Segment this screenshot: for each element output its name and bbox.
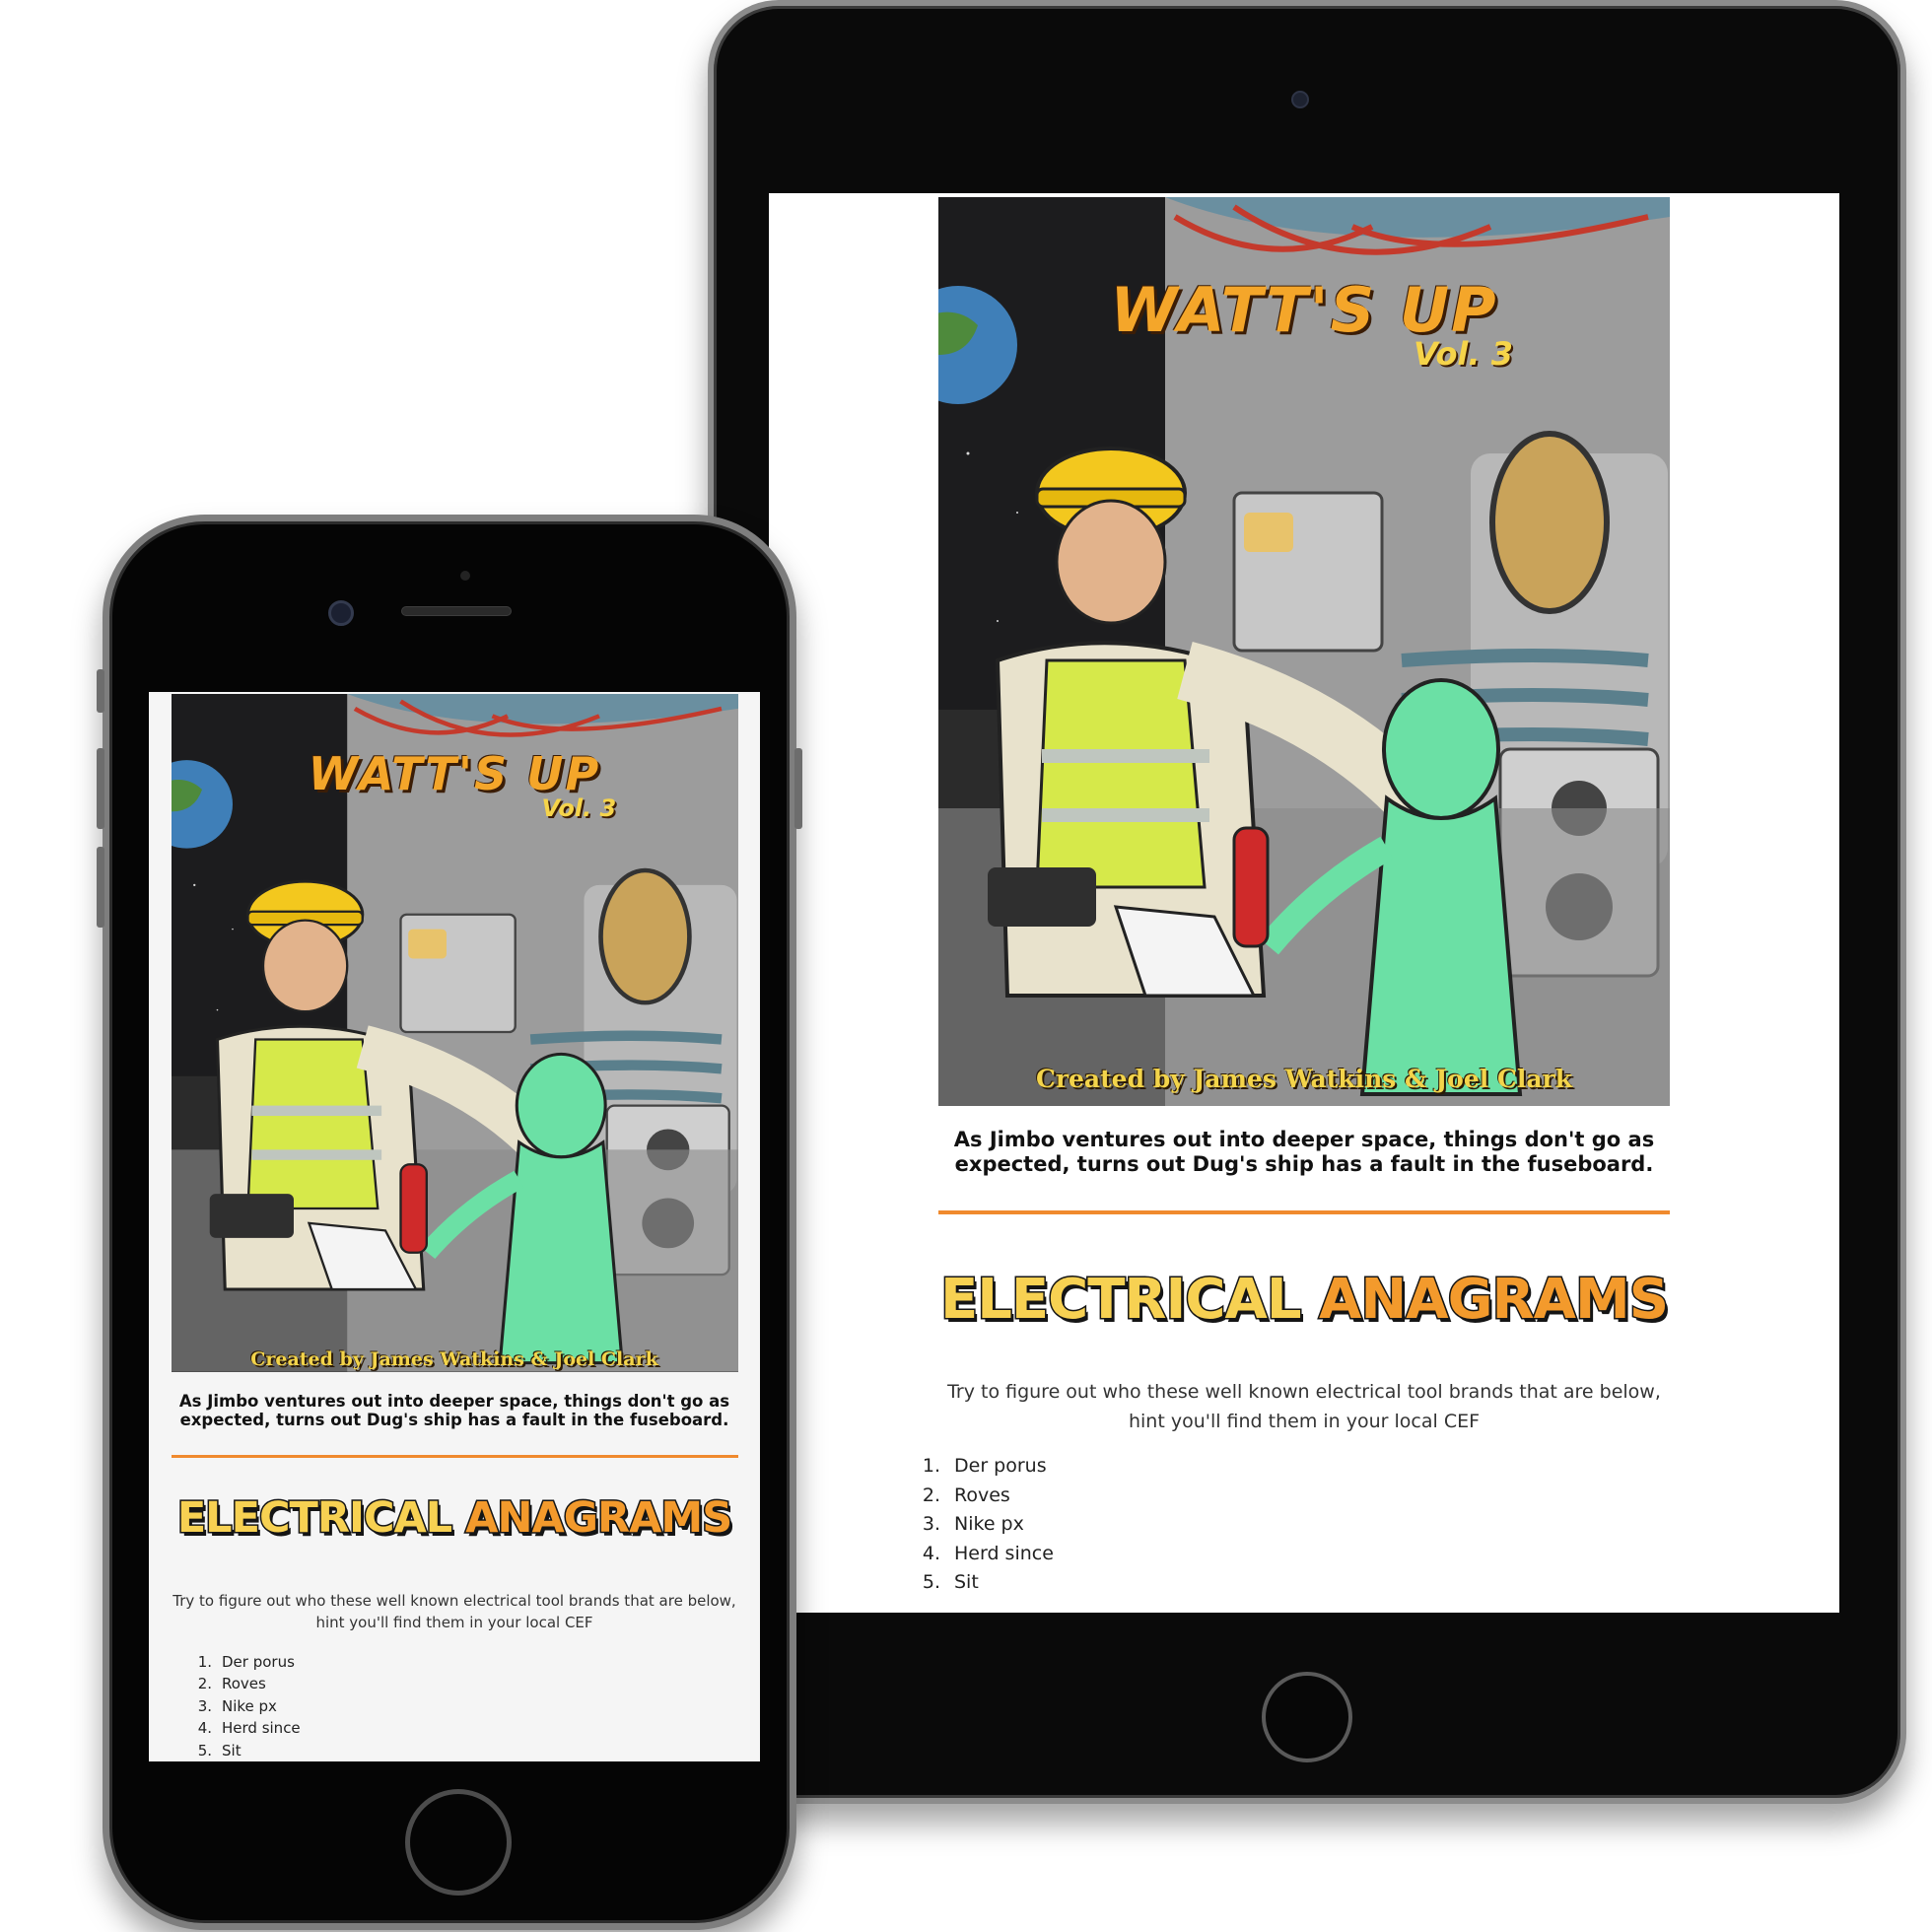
list-item: 5. Sit (197, 1741, 242, 1760)
cover-volume: Vol. 3 (1414, 335, 1513, 373)
section-divider (938, 1210, 1670, 1214)
tablet-screen[interactable]: WATT'S UP Vol. 3 Created by James Watkin… (769, 193, 1839, 1613)
anagram-list: 1. Der porus 2. Roves 3. Nike px 4. Herd sin… (194, 1651, 301, 1762)
cover-volume: Vol. 3 (541, 794, 617, 822)
home-button[interactable] (405, 1789, 512, 1896)
cover-title: WATT'S UP (308, 747, 601, 800)
section-intro: Try to figure out who these well known e… (947, 1381, 1661, 1432)
volume-up-button[interactable] (97, 748, 104, 829)
cover-title: WATT'S UP (1110, 274, 1498, 346)
cover-credit: Created by James Watkins & Joel Clark (1035, 1065, 1573, 1093)
section-intro: Try to figure out who these well known e… (172, 1591, 736, 1631)
newsletter-page: WATT'S UP Vol. 3 Created by James Watkin… (149, 692, 760, 1761)
camera-icon (1291, 91, 1309, 108)
list-item: 1. Der porus (922, 1455, 1047, 1477)
newsletter-page: WATT'S UP Vol. 3 Created by James Watkin… (769, 193, 1839, 1613)
section-divider (171, 1454, 738, 1458)
camera-icon (328, 600, 354, 626)
story-blurb: As Jimbo ventures out into deeper space,… (178, 1391, 730, 1429)
phone-device: WATT'S UP Vol. 3 Created by James Watkin… (97, 515, 802, 1930)
list-item: 3. Nike px (197, 1696, 277, 1715)
list-item: 1. Der porus (197, 1652, 295, 1671)
power-button[interactable] (794, 748, 802, 829)
section-heading: ELECTRICAL ANAGRAMS (938, 1267, 1671, 1334)
sensor-icon (460, 571, 470, 581)
anagram-list: 1. Der porus 2. Roves 3. Nike px 4. Herd sin… (919, 1452, 1054, 1598)
story-blurb: As Jimbo ventures out into deeper space,… (953, 1128, 1655, 1176)
cover-credit: Created by James Watkins & Joel Clark (250, 1348, 658, 1370)
phone-screen[interactable]: WATT'S UP Vol. 3 Created by James Watkin… (149, 692, 760, 1761)
speaker-grille (401, 606, 512, 616)
home-button[interactable] (1262, 1672, 1352, 1762)
list-item: 4. Herd since (922, 1542, 1054, 1564)
tablet-device: WATT'S UP Vol. 3 Created by James Watkin… (708, 0, 1906, 1804)
list-item: 5. Sit (922, 1571, 979, 1593)
comic-cover-image: WATT'S UP Vol. 3 Created by James Watkin… (171, 694, 738, 1372)
heading-word-anagrams: ANAGRAMS (464, 1491, 734, 1544)
heading-word-electrical: ELECTRICAL (175, 1491, 453, 1544)
mute-switch[interactable] (97, 669, 104, 713)
heading-word-electrical: ELECTRICAL (938, 1267, 1303, 1334)
list-item: 4. Herd since (197, 1719, 301, 1737)
section-heading: ELECTRICAL ANAGRAMS (175, 1491, 734, 1544)
list-item: 3. Nike px (922, 1513, 1024, 1535)
heading-word-anagrams: ANAGRAMS (1318, 1267, 1671, 1334)
volume-down-button[interactable] (97, 847, 104, 928)
list-item: 2. Roves (922, 1484, 1010, 1506)
list-item: 2. Roves (197, 1675, 266, 1692)
comic-cover-image: WATT'S UP Vol. 3 Created by James Watkin… (938, 197, 1670, 1106)
